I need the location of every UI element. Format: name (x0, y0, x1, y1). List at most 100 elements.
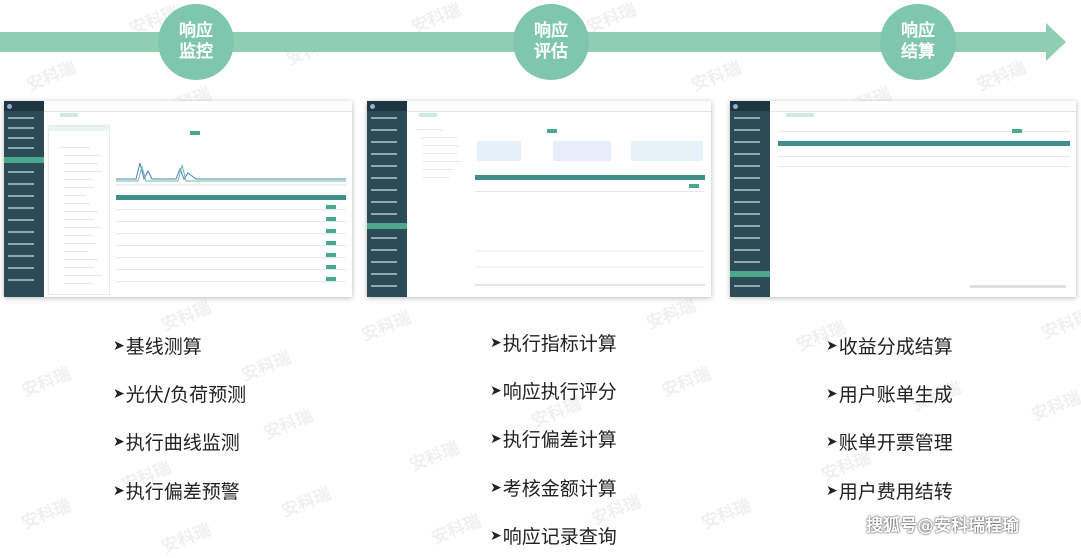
arrow-bullet-icon: ➤ (113, 385, 125, 402)
list-item-label: 执行曲线监测 (125, 432, 240, 454)
list-item: ➤ 响应执行评分 (490, 377, 617, 404)
watermark: 安科瑞 (159, 297, 214, 336)
tree-row (64, 211, 98, 212)
sidebar-item (371, 177, 397, 179)
tab (786, 113, 814, 117)
table-row (116, 209, 346, 210)
table-row (116, 257, 346, 258)
watermark: 安科瑞 (19, 495, 74, 534)
watermark: 安科瑞 (24, 57, 79, 96)
sidebar-item (734, 201, 760, 203)
sidebar-item (371, 261, 397, 263)
sidebar-item (8, 219, 34, 221)
tree-row (64, 275, 102, 276)
sidebar-item (734, 129, 760, 131)
watermark: 安科瑞 (359, 307, 414, 346)
arrow-bullet-icon: ➤ (113, 337, 125, 354)
sidebar-item (8, 117, 34, 119)
list-item: ➤ 账单开票管理 (826, 428, 953, 455)
sidebar-item (8, 243, 34, 245)
watermark: 安科瑞 (659, 363, 714, 402)
pagination (970, 285, 1066, 288)
sidebar-item (371, 201, 397, 203)
stage-label: 响应 (534, 21, 568, 41)
sidebar-item (8, 267, 34, 269)
tree-row (60, 147, 90, 148)
stage-monitor: 响应 监控 (158, 4, 234, 80)
sidebar-item (734, 285, 760, 287)
sidebar-item (8, 147, 34, 149)
list-item: ➤ 执行偏差预警 (113, 477, 240, 504)
trend-chart (116, 162, 346, 186)
watermark: 安科瑞 (1039, 305, 1081, 344)
source-credit: 搜狐号@安科瑞程瑜 (866, 516, 1019, 536)
list-item: ➤ 执行偏差计算 (490, 425, 617, 452)
list-item: ➤ 响应记录查询 (490, 522, 617, 549)
watermark: 安科瑞 (1029, 387, 1081, 426)
sidebar-item (8, 255, 34, 257)
watermark: 安科瑞 (429, 510, 484, 549)
arrow-bullet-icon: ➤ (490, 334, 502, 351)
logo (367, 101, 407, 111)
row-button (326, 241, 336, 245)
sidebar-item-active (4, 157, 44, 163)
sidebar-item (734, 141, 760, 143)
sidebar-item (8, 183, 34, 185)
top-bar (407, 101, 711, 112)
list-item-label: 用户费用结转 (838, 481, 953, 503)
watermark: 安科瑞 (159, 519, 214, 558)
list-item-label: 光伏/负荷预测 (125, 384, 247, 406)
table-row (116, 281, 346, 282)
arrow-bullet-icon: ➤ (826, 385, 838, 402)
query-button (1012, 129, 1022, 133)
list-item-label: 用户账单生成 (838, 384, 953, 406)
tree-row (64, 259, 98, 260)
row-button (326, 277, 336, 281)
screenshot-monitor (4, 101, 352, 297)
tree-row (64, 187, 94, 188)
stage-settle: 响应 结算 (880, 4, 956, 80)
list-item-label: 响应执行评分 (502, 381, 617, 403)
watermark: 安科瑞 (699, 495, 754, 534)
table-header (116, 195, 346, 200)
list-item-label: 响应记录查询 (502, 526, 617, 548)
table-row (116, 245, 346, 246)
sidebar-item (371, 237, 397, 239)
row-button (689, 184, 699, 188)
watermark: 安科瑞 (261, 405, 316, 444)
sidebar-item (371, 249, 397, 251)
sidebar-item (371, 165, 397, 167)
tree-row (423, 177, 449, 178)
sidebar (730, 101, 770, 297)
stat-card (553, 141, 611, 161)
tree-panel (48, 125, 110, 295)
tree-row (64, 227, 100, 228)
panel-header (49, 126, 109, 131)
tree-row (64, 171, 102, 172)
arrow-bullet-icon: ➤ (113, 482, 125, 499)
query-button (547, 129, 557, 133)
tree-row (423, 153, 457, 154)
table-row (475, 191, 705, 192)
sidebar-item-active (730, 271, 770, 277)
sidebar-item (8, 231, 34, 233)
list-item-label: 考核金额计算 (502, 478, 617, 500)
sidebar-item (734, 117, 760, 119)
sidebar-item (8, 137, 34, 139)
list-item: ➤ 执行指标计算 (490, 329, 617, 356)
stage-label: 结算 (901, 42, 935, 62)
tree-row (423, 169, 453, 170)
list-item-label: 执行偏差预警 (125, 481, 240, 503)
list-item: ➤ 考核金额计算 (490, 474, 617, 501)
watermark: 安科瑞 (279, 483, 334, 522)
sidebar-item (734, 225, 760, 227)
tree-row (423, 145, 459, 146)
sidebar-item (734, 177, 760, 179)
process-arrowhead (1046, 23, 1066, 61)
watermark: 安科瑞 (407, 437, 462, 476)
sidebar-item (734, 165, 760, 167)
sidebar-item (734, 249, 760, 251)
sidebar-item (8, 171, 34, 173)
sidebar (4, 101, 44, 297)
top-bar (44, 101, 352, 112)
